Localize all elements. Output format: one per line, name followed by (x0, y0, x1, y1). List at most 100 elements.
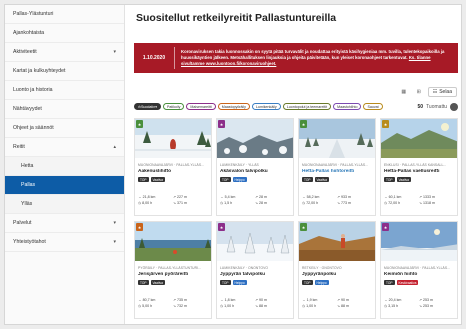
difficulty-tag: Keskivaativa (396, 280, 419, 285)
route-stats: ↔ 58,2 km ↗ 933 m ◷ 72,00 h ↘ 773 m (302, 195, 372, 205)
route-photo-image (299, 119, 375, 158)
route-card[interactable]: ★ RETKEILY · ONONTOVO Jyppyränpolku TOP Help… (298, 221, 376, 319)
route-stat: ↔ 5,4 km (220, 195, 236, 199)
sidebar-item-label: Luonto ja historia (13, 87, 53, 93)
view-toggle: ▦ ⊞ ☷ Selaa (398, 87, 457, 97)
route-card[interactable]: ★ LUMIKENKÄILY · ONONTOVO Jyppyrän talvipo… (216, 221, 294, 319)
route-photo[interactable]: ★ (381, 222, 457, 261)
filter-chip[interactable]: Lumikenkäily (251, 103, 281, 110)
route-name[interactable]: Jyppyrän talvipolku (220, 272, 290, 277)
browser-viewport: Pallas-Ylästunturi Ajankohtaista Aktivitee… (4, 4, 462, 325)
route-photo-image (381, 119, 457, 158)
route-tags: TOP Vaativa (384, 177, 454, 182)
route-card[interactable]: ★ MUONIONAAVAJÄRVI · PALLAS-YLLÄS... Keimi… (380, 221, 458, 319)
ski-icon: ★ (300, 120, 307, 128)
route-stats: ↔ 21,8 km ↗ 227 m ◷ 8,00 h ↘ 371 m (138, 195, 208, 205)
route-card[interactable]: ★ PYÖRÄILY · PALLAS-YLLÄSTUNTURI... Jerisj… (134, 221, 212, 319)
route-photo-image (217, 119, 293, 158)
route-stat: ↘ 773 m (337, 201, 351, 205)
route-name[interactable]: Jyppyränpolku (302, 272, 372, 277)
route-photo[interactable]: ★ (299, 119, 375, 158)
route-photo-image (135, 119, 211, 158)
sidebar-item-ohjeet-ja-säännöt[interactable]: Ohjeet ja säännöt (5, 119, 124, 138)
filter-chip[interactable]: Maisemareitti (186, 103, 216, 110)
route-card[interactable]: ★ ENKLUSI · PALLAS-YLLÄS KANSALL... Hetta-… (380, 118, 458, 216)
sidebar-item-nähtävyydet[interactable]: Nähtävyydet (5, 100, 124, 119)
route-name[interactable]: Jerisjärven pyöräreitti (138, 272, 208, 277)
result-count-number: 50 (417, 103, 424, 110)
filter-chip[interactable]: Maastohiihto (333, 103, 362, 110)
difficulty-tag: TOP (138, 177, 149, 182)
map-view-button[interactable]: ⊞ (413, 87, 425, 97)
sidebar-item-label: Kartat ja kulkuyhteydet (13, 68, 66, 74)
sidebar-item-label: Yhteistyötahot (13, 239, 46, 245)
notice-date: 1.10.2020 (142, 55, 166, 61)
difficulty-tag: Helppo (314, 280, 329, 285)
result-count-label: Tuomattu (426, 103, 447, 110)
route-location: ENKLUSI · PALLAS-YLLÄS KANSALL... (384, 163, 447, 167)
route-card[interactable]: ★ LUMIKENKÄILY · YLLÄS Äkäsvalon talvipolk… (216, 118, 294, 216)
difficulty-tag: TOP (384, 177, 395, 182)
filter-chip[interactable]: Sauvat (363, 103, 383, 110)
bike-icon: ★ (136, 223, 143, 231)
route-card[interactable]: ★ MUONIONAAVAJÄRVI · PALLAS-YLLÄS... Hetta… (298, 118, 376, 216)
sidebar-item-hetta[interactable]: Hetta (5, 157, 124, 176)
route-name[interactable]: Aakenuslihitto (138, 169, 208, 174)
filter-chip[interactable]: Maastopyöräily (217, 103, 250, 110)
route-photo[interactable]: ★ (135, 222, 211, 261)
sidebar-item-pallas[interactable]: Pallas (5, 176, 124, 195)
result-count: 50 Tuomattu (417, 102, 458, 111)
sidebar-item-label: Reitit (13, 144, 25, 150)
filter-toggle-button[interactable]: ⊝ Suodatin ▾ (134, 103, 162, 110)
sidebar-item-label: Pallas (21, 182, 36, 188)
sidebar-item-aktiviteetit[interactable]: Aktiviteetit ▾ (5, 43, 124, 62)
chevron-down-icon: ▾ (113, 220, 116, 226)
filter-chip[interactable]: Luontopolut ja teemareitit (282, 103, 332, 110)
filter-chip[interactable]: Patikoily (163, 103, 185, 110)
route-photo[interactable]: ★ (135, 119, 211, 158)
notice-text: Koronaviruksen takia luonnossakin on syy… (175, 49, 458, 66)
user-avatar[interactable] (450, 102, 458, 111)
route-tags: TOP Helppo (220, 177, 290, 182)
sidebar-item-yhteistyötahot[interactable]: Yhteistyötahot ▾ (5, 233, 124, 252)
difficulty-tag: Helppo (232, 177, 247, 182)
sidebar-item-reitit[interactable]: Reitit ▴ (5, 138, 124, 157)
corona-notice: 1.10.2020 Koronaviruksen takia luonnossa… (134, 43, 458, 73)
route-stat: ↔ 20,4 km (384, 298, 402, 302)
route-photo[interactable]: ★ (381, 119, 457, 158)
sidebar-item-kartat-ja-kulkuyhteydet[interactable]: Kartat ja kulkuyhteydet (5, 62, 124, 81)
sidebar-item-ajankohtaista[interactable]: Ajankohtaista (5, 24, 124, 43)
route-name[interactable]: Äkäsvalon talvipolku (220, 169, 290, 174)
difficulty-tag: Helppo (232, 280, 247, 285)
sidebar-item-label: Aktiviteetit (13, 49, 37, 55)
route-stat: ↘ 88 m (255, 304, 267, 308)
grid-view-button[interactable]: ▦ (398, 87, 410, 97)
sidebar-item-luonto-ja-historia[interactable]: Luonto ja historia (5, 81, 124, 100)
route-stat: ↘ 253 m (419, 304, 433, 308)
route-photo[interactable]: ★ (217, 222, 293, 261)
route-stat: ↗ 90 m (255, 298, 267, 302)
sidebar-item-palvelut[interactable]: Palvelut ▾ (5, 214, 124, 233)
difficulty-tag: Vaativa (150, 177, 165, 182)
route-card[interactable]: ★ MUONIONAAVAJÄRVI · PALLAS-YLLÄS... Aaken… (134, 118, 212, 216)
route-stat: ◷ 1,00 h (302, 304, 317, 308)
difficulty-tag: TOP (220, 280, 231, 285)
sidebar-item-ylläs[interactable]: Ylläs (5, 195, 124, 214)
sidebar-item-pallas-ylästunturi[interactable]: Pallas-Ylästunturi (5, 5, 124, 24)
list-view-button[interactable]: ☷ Selaa (427, 87, 457, 97)
snowshoe-icon: ★ (218, 120, 225, 128)
route-name[interactable]: Keimiön hiihto (384, 272, 454, 277)
list-icon: ☷ (432, 89, 438, 95)
route-name[interactable]: Hetta-Pallas vaellusreitti (384, 169, 454, 174)
sidebar: Pallas-Ylästunturi Ajankohtaista Aktivitee… (5, 5, 125, 324)
route-name[interactable]: Hetta-Pallas hiihtoreitti (302, 169, 372, 174)
route-tags: TOP Vaativa (138, 177, 208, 182)
route-tags: TOP Helppo (302, 280, 372, 285)
sidebar-item-label: Ohjeet ja säännöt (13, 125, 54, 131)
route-photo[interactable]: ★ (299, 222, 375, 261)
route-photo[interactable]: ★ (217, 119, 293, 158)
chevron-down-icon: ▾ (113, 239, 116, 245)
route-stat: ↔ 21,8 km (138, 195, 156, 199)
difficulty-tag: Vaativa (314, 177, 329, 182)
route-grid: ★ MUONIONAAVAJÄRVI · PALLAS-YLLÄS... Aaken… (134, 118, 458, 319)
